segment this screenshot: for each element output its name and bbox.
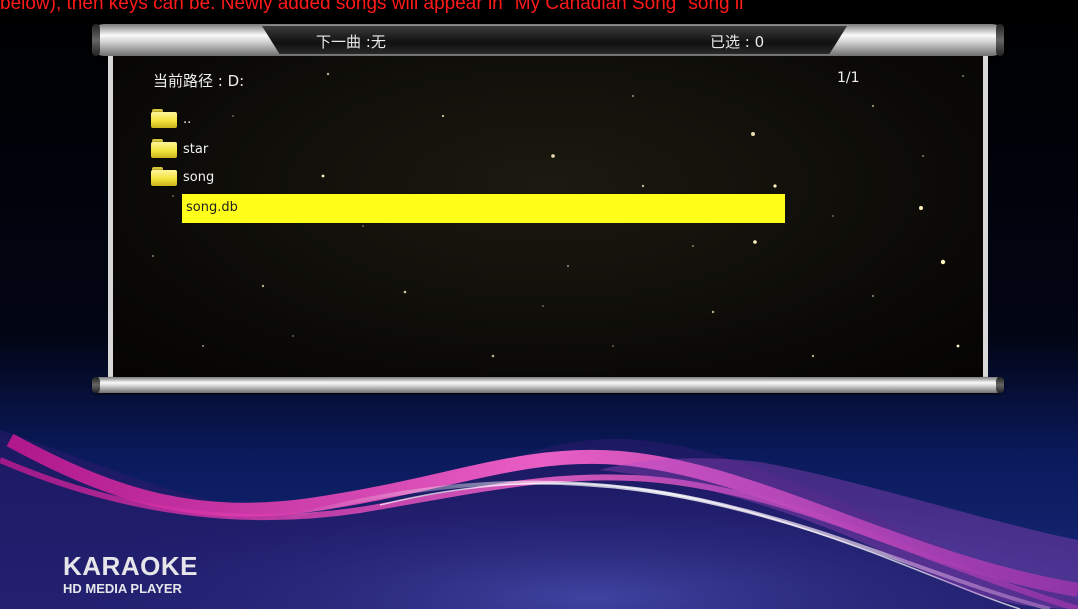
page-indicator: 1/1 <box>837 70 860 86</box>
folder-icon <box>151 167 177 186</box>
next-song-label: 下一曲 :无 <box>316 33 386 51</box>
brand-logo: KARAOKE HD MEDIA PLAYER <box>63 553 198 597</box>
brand-subtitle: HD MEDIA PLAYER <box>63 581 182 596</box>
rod-end-cap <box>996 24 1004 56</box>
list-item-label: song <box>183 170 215 185</box>
status-header: 下一曲 :无 已选 : 0 <box>262 26 847 54</box>
list-item-label: song.db <box>186 200 238 215</box>
list-item-song-db-selected[interactable]: song.db <box>182 194 785 223</box>
list-item-label: star <box>183 142 209 157</box>
selected-count-label: 已选 : 0 <box>710 33 765 51</box>
screen-bottom-rod <box>92 377 1004 393</box>
folder-icon <box>151 109 177 128</box>
rod-end-cap <box>996 377 1004 393</box>
brand-title: KARAOKE <box>63 551 198 581</box>
file-browser-panel: 当前路径 : D: 1/1 .. star song song.db <box>108 56 988 378</box>
list-item-label: .. <box>183 112 192 127</box>
rod-end-cap <box>92 24 100 56</box>
current-path-label: 当前路径 : D: <box>153 72 245 90</box>
instruction-caption: below), then keys can be. Newly added so… <box>0 0 744 14</box>
folder-icon <box>151 139 177 158</box>
rod-end-cap <box>92 377 100 393</box>
